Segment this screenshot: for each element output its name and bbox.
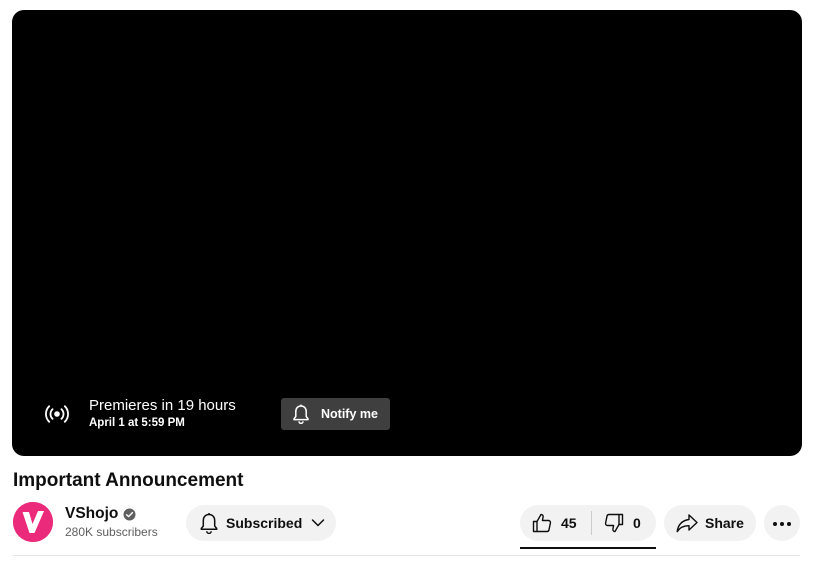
premiere-text: Premieres in 19 hours April 1 at 5:59 PM (89, 396, 236, 431)
premiere-date: April 1 at 5:59 PM (89, 417, 185, 429)
channel-name[interactable]: VShojo (65, 504, 118, 524)
subscribed-label: Subscribed (226, 515, 303, 531)
share-arrow-icon (675, 512, 699, 534)
more-actions-button[interactable] (764, 505, 800, 541)
like-group-underline (520, 547, 656, 549)
channel-avatar[interactable] (13, 502, 53, 542)
vshojo-logo-icon (13, 502, 53, 542)
premiere-status: Premieres in 19 hours (89, 397, 236, 414)
notify-me-button[interactable]: Notify me (281, 398, 390, 430)
dislike-button[interactable]: 0 (592, 505, 641, 541)
chevron-down-icon (310, 515, 326, 531)
video-player[interactable]: Premieres in 19 hours April 1 at 5:59 PM… (12, 10, 802, 456)
video-title: Important Announcement (13, 470, 244, 491)
bell-icon (291, 404, 311, 424)
like-count: 45 (561, 515, 577, 531)
live-broadcast-icon (44, 401, 70, 427)
more-horizontal-icon (772, 514, 792, 532)
like-button[interactable]: 45 (520, 505, 591, 541)
thumbs-down-icon (603, 512, 625, 534)
channel-name-row: VShojo (65, 504, 158, 524)
channel-owner-row: VShojo 280K subscribers (13, 502, 186, 542)
subscribed-button[interactable]: Subscribed (186, 505, 336, 541)
share-label: Share (705, 515, 744, 531)
dislike-count: 0 (633, 515, 641, 531)
like-dislike-group: 45 0 (520, 505, 656, 541)
verified-badge-icon (123, 508, 136, 521)
thumbs-up-icon (531, 512, 553, 534)
share-button[interactable]: Share (664, 505, 756, 541)
channel-info: VShojo 280K subscribers (65, 504, 158, 540)
section-divider (13, 555, 800, 556)
notify-me-label: Notify me (321, 407, 378, 421)
subscriber-count: 280K subscribers (65, 525, 158, 539)
premiere-info: Premieres in 19 hours April 1 at 5:59 PM (44, 396, 236, 431)
bell-icon (198, 512, 220, 534)
watch-page: Premieres in 19 hours April 1 at 5:59 PM… (0, 0, 819, 562)
